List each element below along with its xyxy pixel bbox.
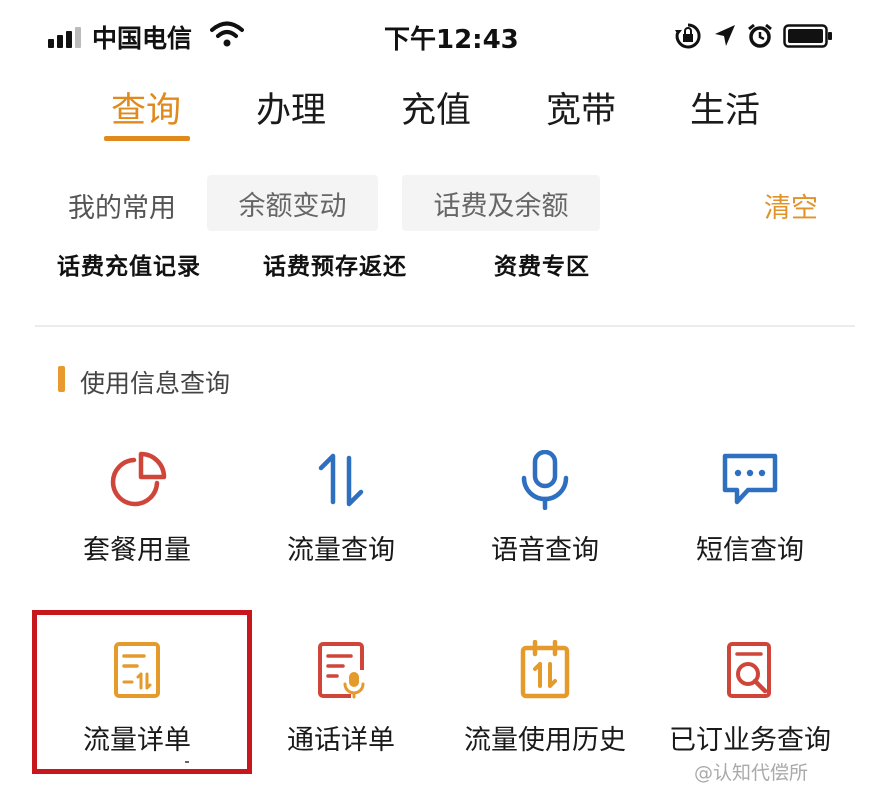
chip-balance-change[interactable]: 余额变动 — [207, 175, 378, 231]
favorites-label: 我的常用 — [68, 193, 176, 224]
wifi-icon — [210, 21, 244, 47]
battery-icon — [783, 24, 832, 48]
grid-item-label: 已订业务查询 — [669, 725, 831, 756]
location-icon — [715, 25, 735, 46]
divider — [35, 325, 855, 327]
rotation-lock-icon — [675, 23, 701, 49]
tab-broadband[interactable]: 宽带 — [546, 82, 616, 133]
tab-query[interactable]: 查询 — [111, 82, 181, 133]
speck — [185, 761, 189, 763]
carrier-name: 中国电信 — [92, 24, 193, 53]
tab-recharge[interactable]: 充值 — [401, 82, 471, 133]
top-tab-bar: 查询 办理 充值 宽带 生活 — [0, 74, 869, 154]
grid-item-label: 短信查询 — [696, 535, 804, 566]
data-calendar-icon — [520, 640, 570, 699]
grid-item-label: 语音查询 — [491, 535, 599, 566]
search-document-icon — [727, 642, 771, 698]
grid-item-data-history[interactable]: 流量使用历史 — [445, 640, 645, 800]
signal-strength-icon — [48, 26, 84, 48]
quick-link-tariff-zone[interactable]: 资费专区 — [494, 247, 590, 281]
chip-bill-and-balance[interactable]: 话费及余额 — [402, 175, 600, 231]
watermark: @认知代偿所 — [694, 762, 809, 784]
status-bar: 中国电信 下午12:43 — [0, 0, 869, 74]
grid-item-package-usage[interactable]: 套餐用量 — [37, 450, 237, 610]
alarm-icon — [748, 23, 772, 48]
grid-item-data-query[interactable]: 流量查询 — [241, 450, 441, 610]
quick-link-prepay-rebate[interactable]: 话费预存返还 — [263, 247, 407, 281]
tab-life[interactable]: 生活 — [690, 82, 760, 133]
call-bill-icon — [318, 642, 365, 699]
tab-handle[interactable]: 办理 — [256, 82, 326, 133]
message-bubble-icon — [722, 453, 778, 505]
highlight-box — [32, 610, 252, 774]
active-tab-indicator — [104, 136, 190, 141]
status-time: 下午12:43 — [384, 25, 519, 55]
section-title: 使用信息查询 — [80, 369, 231, 398]
clear-button[interactable]: 清空 — [764, 186, 818, 225]
pie-chart-icon — [110, 451, 167, 507]
grid-item-call-bill[interactable]: 通话详单 — [241, 640, 441, 800]
quick-link-recharge-record[interactable]: 话费充值记录 — [57, 247, 201, 281]
grid-item-label: 流量使用历史 — [464, 725, 626, 756]
up-down-arrows-icon — [318, 453, 364, 507]
grid-item-sms-query[interactable]: 短信查询 — [650, 450, 850, 610]
section-marker — [58, 366, 65, 392]
grid-item-voice-query[interactable]: 语音查询 — [445, 450, 645, 610]
microphone-icon — [521, 450, 569, 510]
